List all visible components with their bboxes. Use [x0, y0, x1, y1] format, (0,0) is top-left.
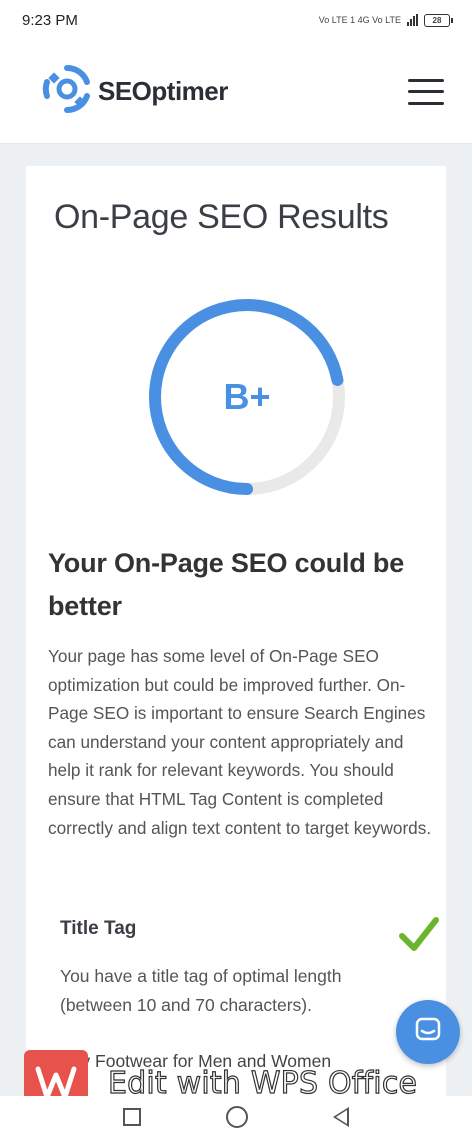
seoptimer-logo[interactable]: SEOptimer — [40, 62, 228, 121]
recent-apps-square-icon[interactable] — [122, 1108, 141, 1126]
back-triangle-icon[interactable] — [333, 1107, 350, 1127]
hamburger-menu-icon[interactable] — [408, 78, 444, 105]
status-bar: 9:23 PM Vo LTE 1 4G Vo LTE 28 — [0, 0, 472, 40]
check-description: You have a title tag of optimal length (… — [60, 966, 342, 1015]
network-indicators: Vo LTE 1 4G Vo LTE — [318, 15, 401, 25]
results-headline: Your On-Page SEO could be better — [48, 548, 405, 621]
results-description: Your page has some level of On-Page SEO … — [48, 646, 432, 838]
home-circle-icon[interactable] — [225, 1106, 248, 1128]
battery-icon: 28 — [424, 13, 453, 27]
checkmark-icon — [396, 912, 442, 958]
battery-level: 28 — [432, 15, 442, 25]
system-nav-bar — [0, 1096, 472, 1138]
site-header: SEOptimer — [0, 40, 472, 144]
check-title: Title Tag — [60, 918, 137, 939]
score-grade: B+ — [223, 376, 271, 417]
results-card: On-Page SEO Results B+ Your On-Page SEO … — [26, 166, 446, 1106]
logo-icon — [40, 62, 94, 121]
results-title: On-Page SEO Results — [54, 198, 389, 236]
status-time: 9:23 PM — [22, 11, 78, 29]
chat-icon — [413, 1015, 443, 1050]
logo-text: SEOptimer — [98, 76, 228, 106]
chat-button[interactable] — [396, 1000, 460, 1064]
signal-icon — [407, 14, 418, 26]
status-indicators: Vo LTE 1 4G Vo LTE 28 — [318, 13, 453, 27]
score-gauge: B+ — [142, 292, 352, 502]
